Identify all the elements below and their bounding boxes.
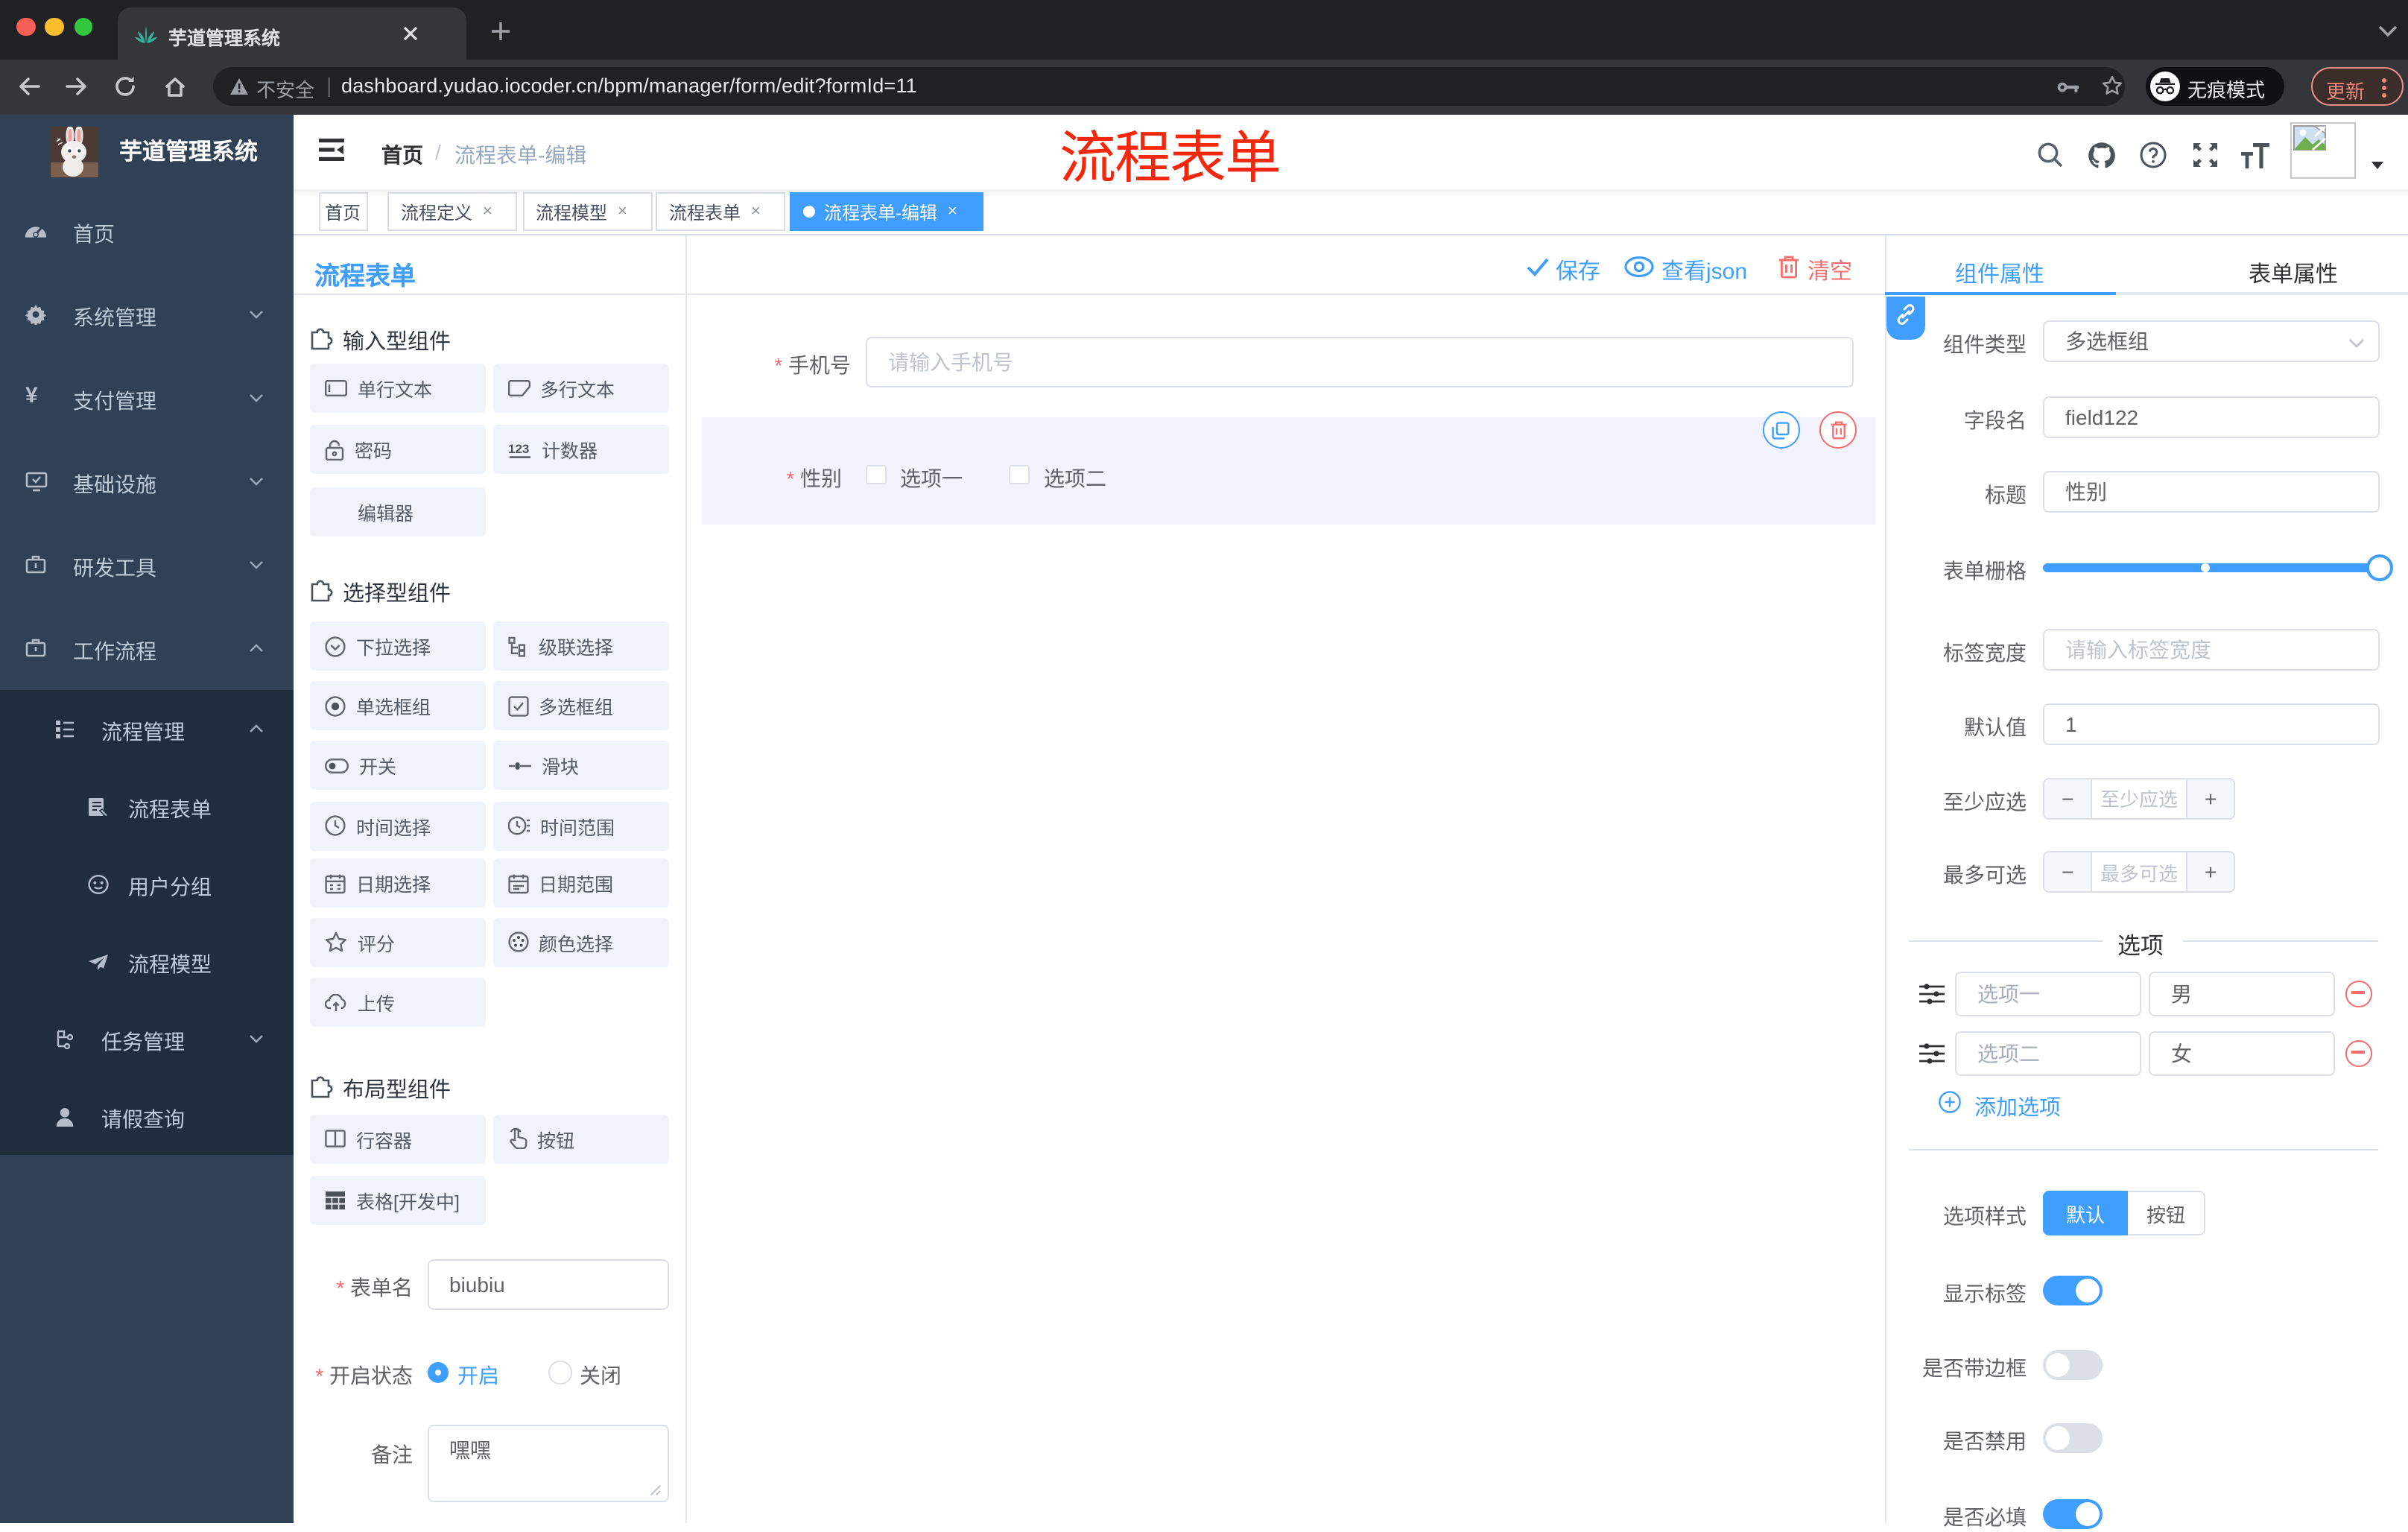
svg-text:123: 123 [507,441,528,455]
